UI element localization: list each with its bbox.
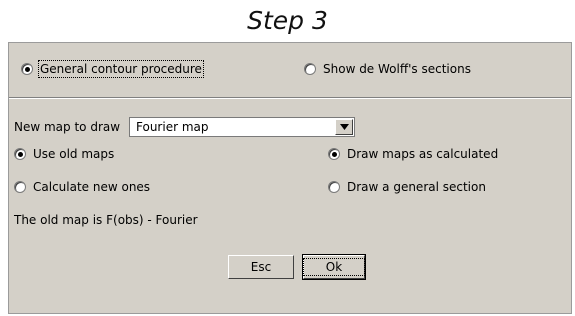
map-type-dropdown[interactable]: Fourier map (129, 117, 355, 137)
radio-calculate-new[interactable]: Calculate new ones (14, 180, 150, 194)
radio-draw-general-section[interactable]: Draw a general section (328, 180, 486, 194)
step-title: Step 3 (247, 6, 328, 35)
radio-draw-as-calculated[interactable]: Draw maps as calculated (328, 147, 498, 161)
radio-label-general-contour: General contour procedure (38, 60, 204, 78)
radio-button-unchecked[interactable] (14, 181, 26, 193)
radio-de-wolff-sections[interactable]: Show de Wolff's sections (304, 62, 471, 76)
page: Step 3 General contour procedure Show de… (0, 0, 575, 316)
ok-button-label: Ok (302, 258, 366, 276)
radio-label-draw-general-section: Draw a general section (347, 180, 486, 194)
radio-button-checked[interactable] (21, 63, 33, 75)
status-text-row: The old map is F(obs) - Fourier (14, 213, 198, 227)
map-type-value: Fourier map (136, 120, 209, 134)
radio-use-old-maps[interactable]: Use old maps (14, 147, 114, 161)
radio-label-draw-as-calculated: Draw maps as calculated (347, 147, 499, 161)
radio-label-de-wolff: Show de Wolff's sections (323, 62, 471, 76)
map-select-label-row: New map to draw (14, 120, 120, 134)
esc-button-label: Esc (250, 260, 272, 274)
radio-general-contour[interactable]: General contour procedure (21, 60, 204, 78)
contour-dialog: General contour procedure Show de Wolff'… (8, 42, 572, 314)
chevron-down-icon[interactable] (335, 119, 353, 135)
separator (9, 97, 571, 99)
map-select-label: New map to draw (14, 120, 121, 134)
esc-button[interactable]: Esc (228, 255, 294, 279)
radio-button-checked[interactable] (14, 148, 26, 160)
radio-button-unchecked[interactable] (328, 181, 340, 193)
radio-button-checked[interactable] (328, 148, 340, 160)
radio-label-use-old-maps: Use old maps (33, 147, 115, 161)
status-text: The old map is F(obs) - Fourier (14, 213, 198, 227)
radio-button-unchecked[interactable] (304, 63, 316, 75)
radio-label-calculate-new: Calculate new ones (33, 180, 151, 194)
ok-button[interactable]: Ok (302, 254, 366, 280)
